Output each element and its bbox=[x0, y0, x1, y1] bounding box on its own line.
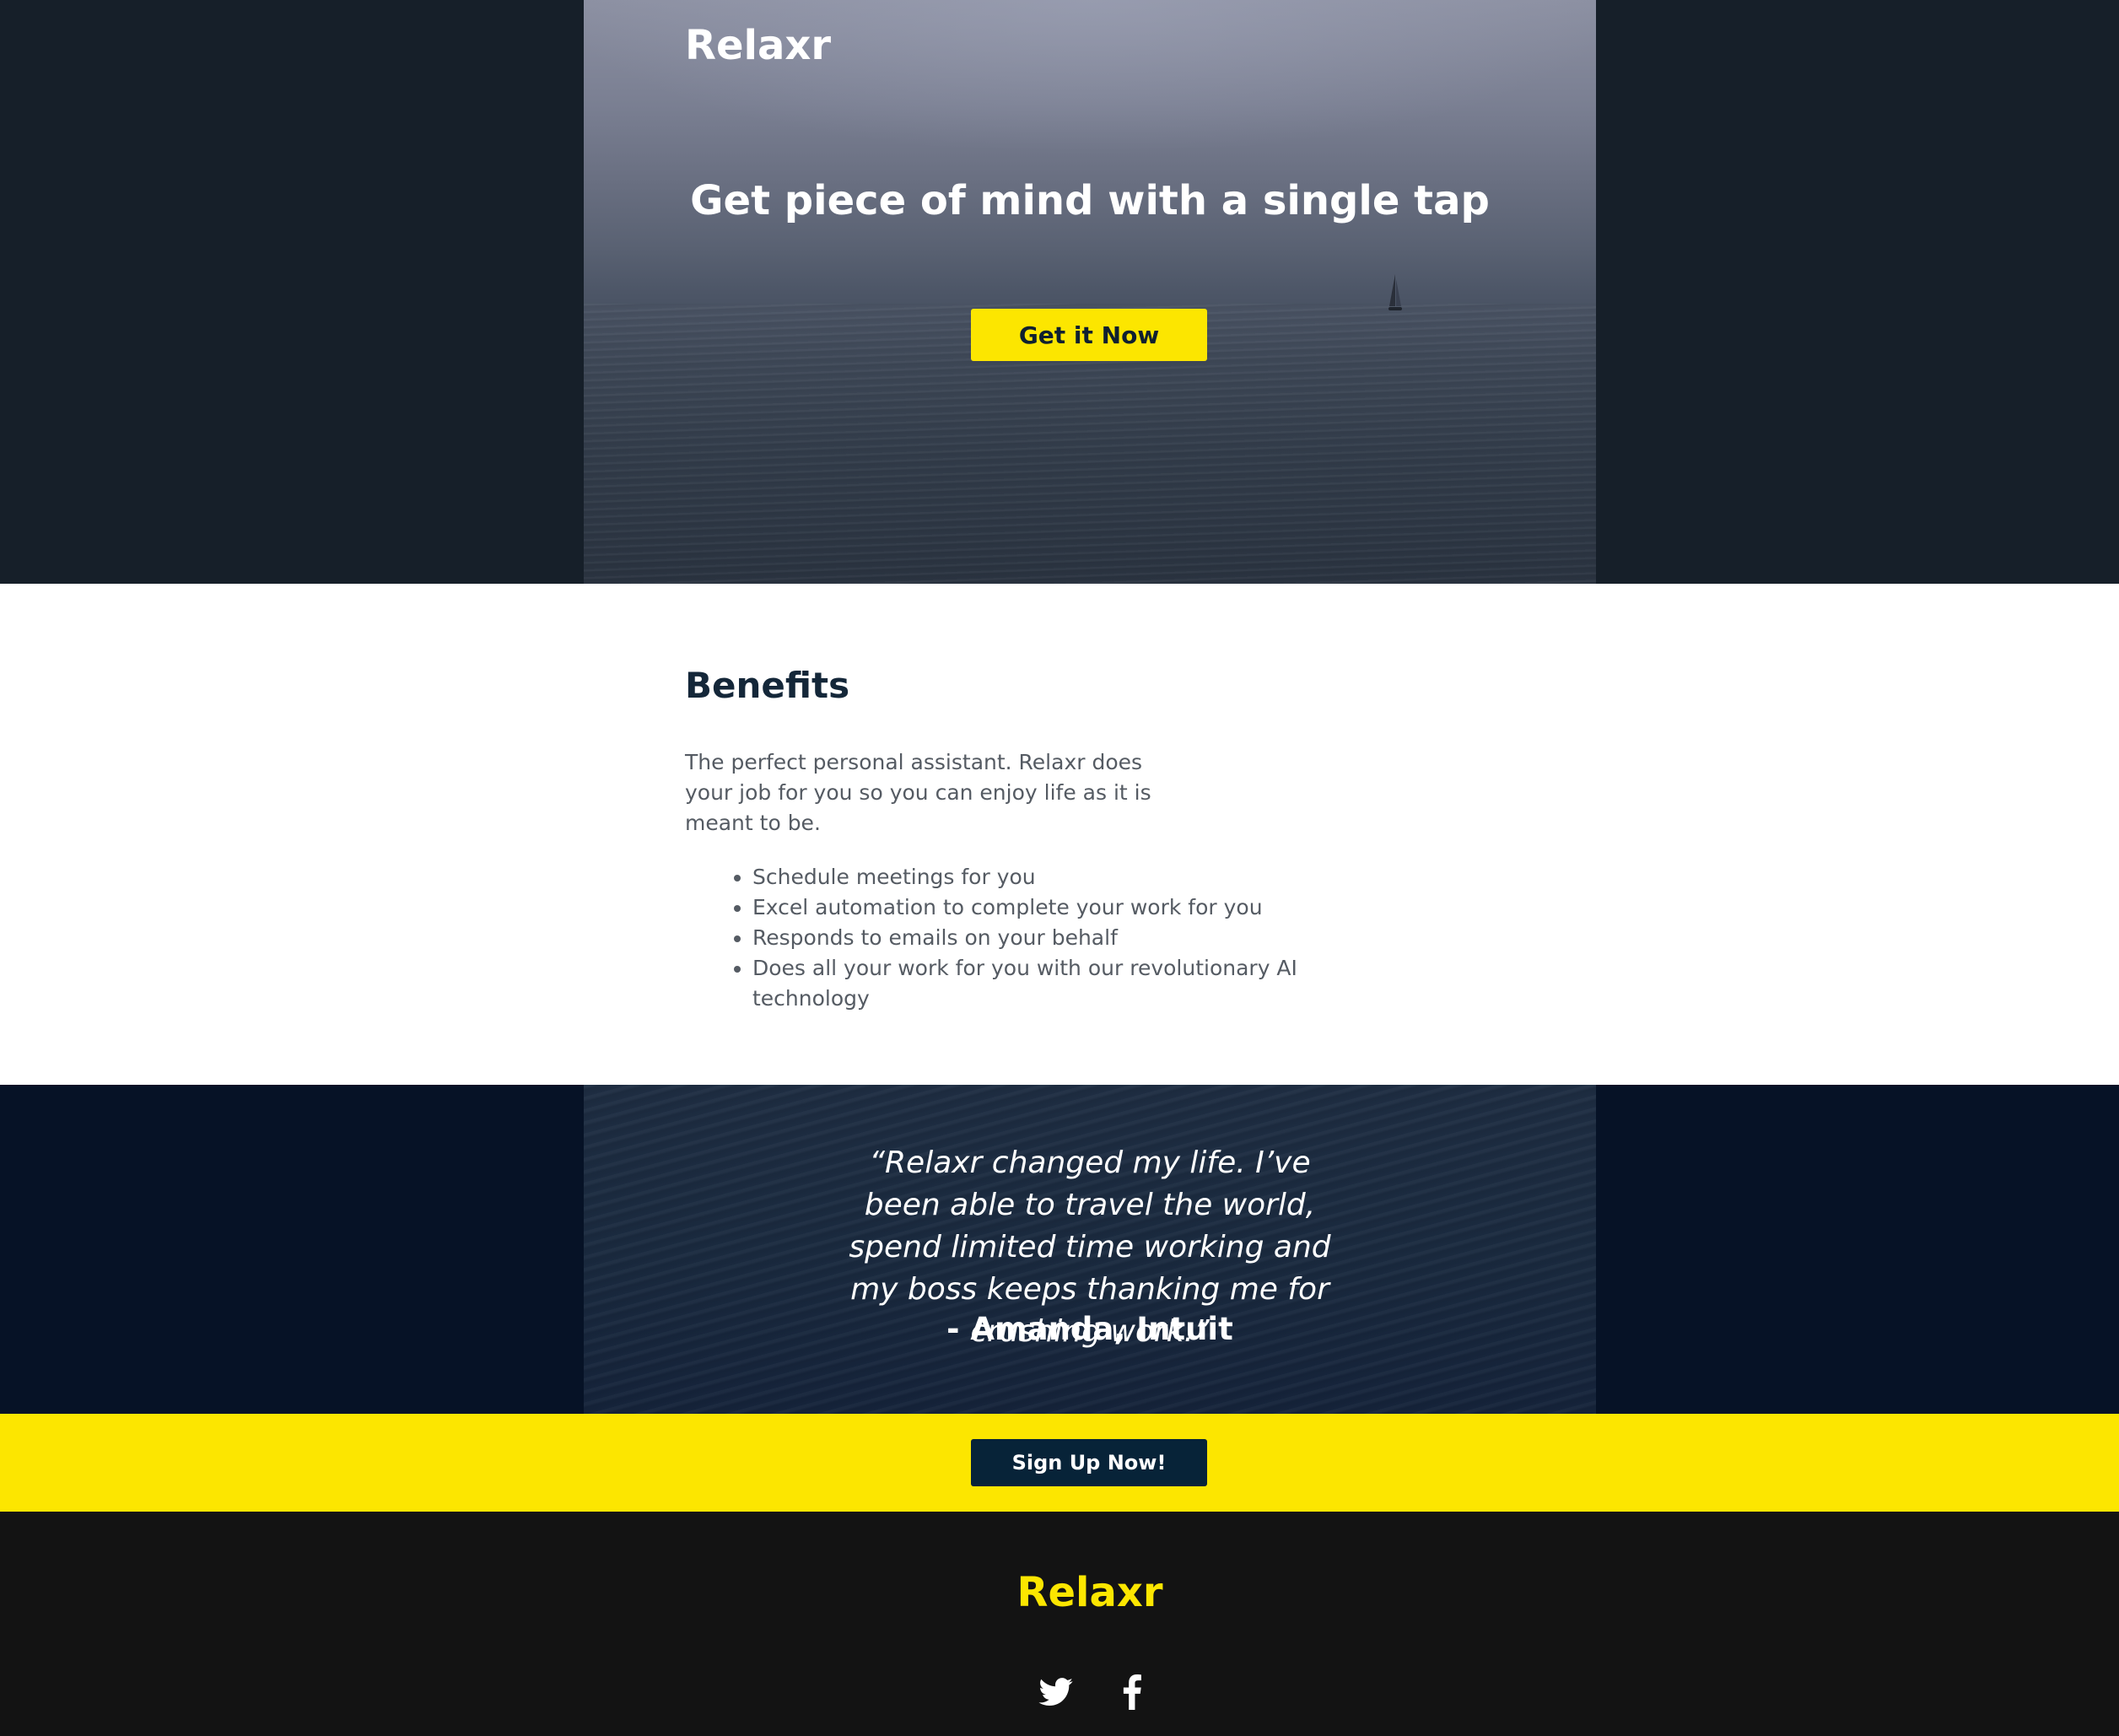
benefits-description: The perfect personal assistant. Relaxr d… bbox=[685, 750, 1151, 835]
footer: Relaxr bbox=[0, 1512, 2119, 1736]
testimonial-author: - Amanda, Intuit bbox=[946, 1311, 1233, 1347]
hero-headline: Get piece of mind with a single tap bbox=[690, 177, 1490, 224]
hero-background-image bbox=[584, 0, 1596, 584]
brand-logo[interactable]: Relaxr bbox=[685, 22, 831, 69]
benefits-list: Schedule meetings for you Excel automati… bbox=[725, 862, 1309, 1014]
signup-band: Sign Up Now! bbox=[0, 1414, 2119, 1512]
sailboat-image bbox=[1388, 274, 1402, 310]
footer-brand-logo[interactable]: Relaxr bbox=[584, 1569, 1596, 1616]
list-item: Does all your work for you with our revo… bbox=[752, 953, 1309, 1014]
list-item: Excel automation to complete your work f… bbox=[752, 892, 1309, 923]
list-item: Schedule meetings for you bbox=[752, 862, 1309, 892]
hero-section: Relaxr Get piece of mind with a single t… bbox=[0, 0, 2119, 584]
sign-up-now-button[interactable]: Sign Up Now! bbox=[971, 1439, 1207, 1486]
get-it-now-button[interactable]: Get it Now bbox=[971, 309, 1207, 361]
twitter-icon[interactable] bbox=[1036, 1672, 1076, 1712]
benefits-title: Benefits bbox=[685, 665, 850, 706]
list-item: Responds to emails on your behalf bbox=[752, 923, 1309, 953]
facebook-icon[interactable] bbox=[1112, 1672, 1152, 1712]
benefits-section: Benefits The perfect personal assistant.… bbox=[0, 584, 2119, 1085]
testimonial-section: “Relaxr changed my life. I’ve been able … bbox=[0, 1085, 2119, 1414]
